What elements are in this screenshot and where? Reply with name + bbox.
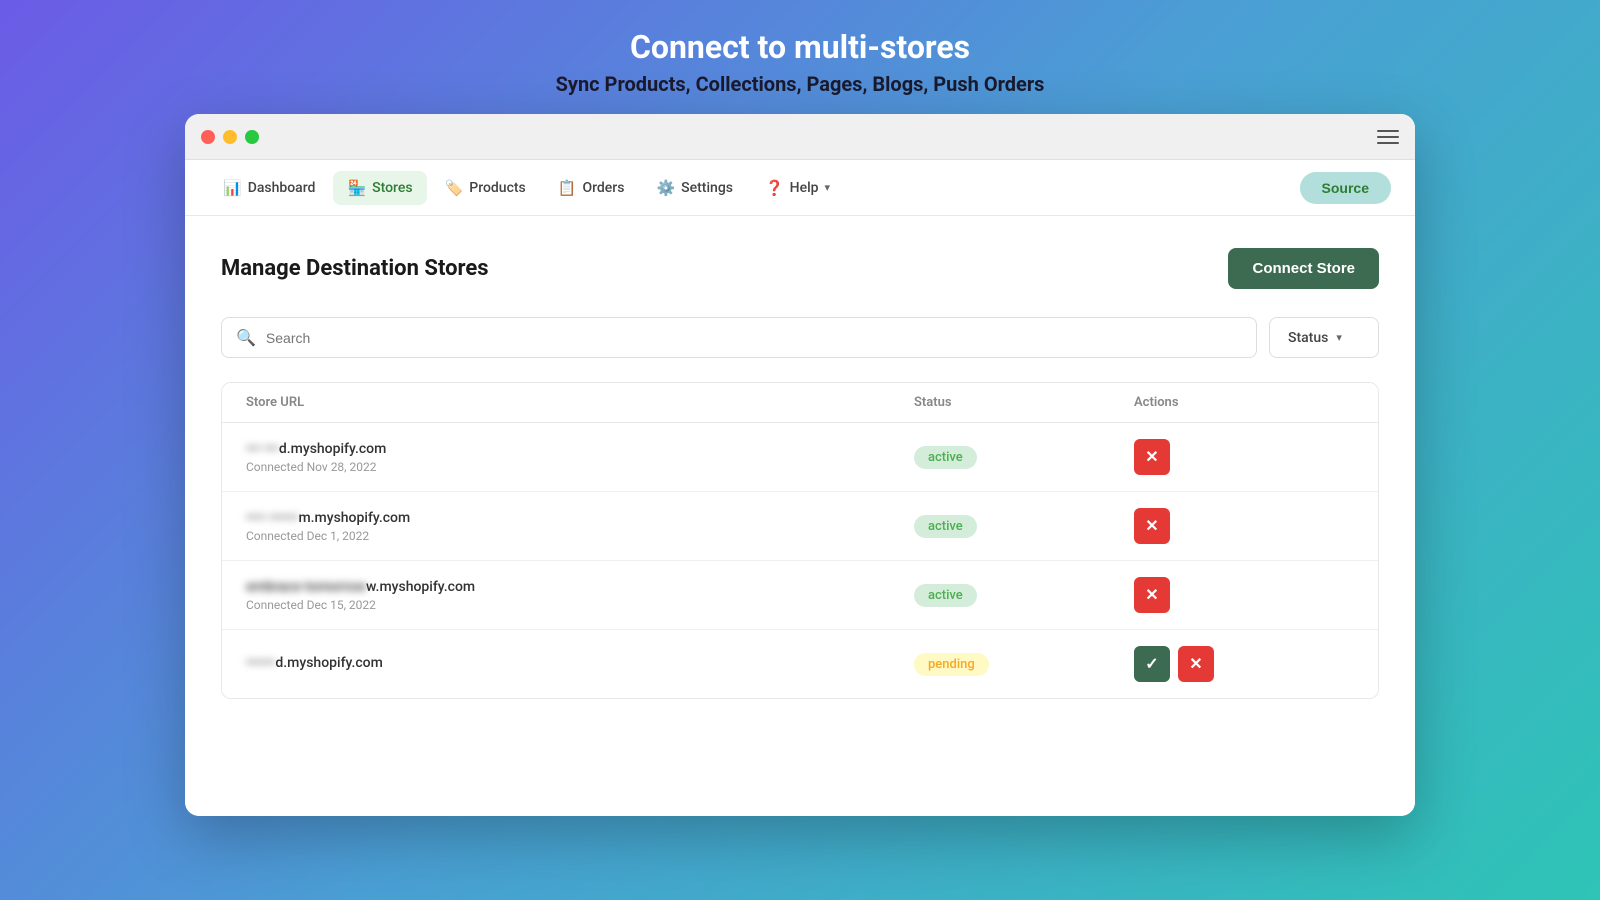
table-header: Store URL Status Actions xyxy=(222,383,1378,423)
nav-label-help: Help xyxy=(790,180,819,196)
approve-button[interactable]: ✓ xyxy=(1134,646,1170,682)
table-row: •••• ••••••m.myshopify.com Connected Dec… xyxy=(222,492,1378,561)
content-header: Manage Destination Stores Connect Store xyxy=(221,248,1379,289)
delete-button[interactable]: ✕ xyxy=(1178,646,1214,682)
delete-button[interactable]: ✕ xyxy=(1134,577,1170,613)
actions-cell: ✕ xyxy=(1134,577,1354,613)
search-box: 🔍 xyxy=(221,317,1257,358)
actions-cell: ✕ xyxy=(1134,439,1354,475)
table-row: ••• •••d.myshopify.com Connected Nov 28,… xyxy=(222,423,1378,492)
store-info: •••• ••••••m.myshopify.com Connected Dec… xyxy=(246,510,914,543)
nav-item-dashboard[interactable]: 📊 Dashboard xyxy=(209,171,329,205)
store-status: active xyxy=(914,446,1134,469)
store-info: ••• •••d.myshopify.com Connected Nov 28,… xyxy=(246,441,914,474)
products-icon: 🏷️ xyxy=(445,179,464,197)
close-button[interactable] xyxy=(201,130,215,144)
nav-item-products[interactable]: 🏷️ Products xyxy=(431,171,540,205)
nav-bar: 📊 Dashboard 🏪 Stores 🏷️ Products 📋 Order… xyxy=(185,160,1415,216)
store-status: active xyxy=(914,515,1134,538)
search-input[interactable] xyxy=(266,330,1242,346)
actions-cell: ✕ xyxy=(1134,508,1354,544)
app-window: 📊 Dashboard 🏪 Stores 🏷️ Products 📋 Order… xyxy=(185,114,1415,816)
store-url-suffix: m.myshopify.com xyxy=(298,510,410,526)
status-filter-chevron-icon: ▾ xyxy=(1336,331,1342,344)
connect-store-button[interactable]: Connect Store xyxy=(1228,248,1379,289)
store-connected-date: Connected Nov 28, 2022 xyxy=(246,460,914,474)
nav-label-settings: Settings xyxy=(681,180,733,196)
status-filter[interactable]: Status ▾ xyxy=(1269,317,1379,358)
store-connected-date: Connected Dec 15, 2022 xyxy=(246,598,914,612)
store-url-blurred: ••• ••• xyxy=(246,441,279,457)
hamburger-menu-icon[interactable] xyxy=(1377,130,1399,144)
nav-label-dashboard: Dashboard xyxy=(248,180,316,196)
nav-item-orders[interactable]: 📋 Orders xyxy=(544,171,639,205)
column-header-status: Status xyxy=(914,395,1134,410)
column-header-actions: Actions xyxy=(1134,395,1354,410)
settings-icon: ⚙️ xyxy=(656,179,675,197)
store-url-suffix: w.myshopify.com xyxy=(366,579,475,595)
search-filter-row: 🔍 Status ▾ xyxy=(221,317,1379,358)
nav-item-stores[interactable]: 🏪 Stores xyxy=(333,171,426,205)
page-subtitle: Sync Products, Collections, Pages, Blogs… xyxy=(556,72,1045,96)
help-chevron-icon: ▾ xyxy=(825,181,831,194)
store-status: pending xyxy=(914,653,1134,676)
store-url-suffix: d.myshopify.com xyxy=(279,441,386,457)
source-button[interactable]: Source xyxy=(1300,172,1391,204)
status-badge: active xyxy=(914,515,977,538)
store-url-suffix: d.myshopify.com xyxy=(275,655,382,671)
search-icon: 🔍 xyxy=(236,328,256,347)
column-header-store-url: Store URL xyxy=(246,395,914,410)
main-content: Manage Destination Stores Connect Store … xyxy=(185,216,1415,816)
status-filter-label: Status xyxy=(1288,330,1328,346)
nav-label-stores: Stores xyxy=(372,180,412,196)
traffic-lights xyxy=(201,130,259,144)
store-info: ••••••d.myshopify.com xyxy=(246,655,914,674)
actions-cell: ✓ ✕ xyxy=(1134,646,1354,682)
store-info: embrace-tomorroww.myshopify.com Connecte… xyxy=(246,579,914,612)
title-bar xyxy=(185,114,1415,160)
nav-item-help[interactable]: ❓ Help ▾ xyxy=(751,171,844,205)
store-url: •••• ••••••m.myshopify.com xyxy=(246,510,914,526)
delete-button[interactable]: ✕ xyxy=(1134,439,1170,475)
maximize-button[interactable] xyxy=(245,130,259,144)
nav-label-orders: Orders xyxy=(582,180,624,196)
page-title: Connect to multi-stores xyxy=(556,28,1045,66)
store-url-blurred: •••• •••••• xyxy=(246,510,298,526)
orders-icon: 📋 xyxy=(558,179,577,197)
delete-button[interactable]: ✕ xyxy=(1134,508,1170,544)
stores-table: Store URL Status Actions ••• •••d.myshop… xyxy=(221,382,1379,699)
store-url: ••• •••d.myshopify.com xyxy=(246,441,914,457)
table-row: embrace-tomorroww.myshopify.com Connecte… xyxy=(222,561,1378,630)
nav-item-settings[interactable]: ⚙️ Settings xyxy=(642,171,747,205)
store-status: active xyxy=(914,584,1134,607)
status-badge: active xyxy=(914,446,977,469)
page-heading: Manage Destination Stores xyxy=(221,256,489,281)
stores-icon: 🏪 xyxy=(347,179,366,197)
store-url-blurred: •••••• xyxy=(246,655,275,671)
dashboard-icon: 📊 xyxy=(223,179,242,197)
nav-items: 📊 Dashboard 🏪 Stores 🏷️ Products 📋 Order… xyxy=(209,171,844,205)
minimize-button[interactable] xyxy=(223,130,237,144)
store-connected-date: Connected Dec 1, 2022 xyxy=(246,529,914,543)
store-url: embrace-tomorroww.myshopify.com xyxy=(246,579,914,595)
store-url: ••••••d.myshopify.com xyxy=(246,655,914,671)
page-header: Connect to multi-stores Sync Products, C… xyxy=(556,0,1045,114)
store-url-blurred: embrace-tomorrow xyxy=(246,579,366,595)
table-row: ••••••d.myshopify.com pending ✓ ✕ xyxy=(222,630,1378,698)
status-badge: active xyxy=(914,584,977,607)
help-icon: ❓ xyxy=(765,179,784,197)
status-badge: pending xyxy=(914,653,989,676)
nav-label-products: Products xyxy=(469,180,526,196)
